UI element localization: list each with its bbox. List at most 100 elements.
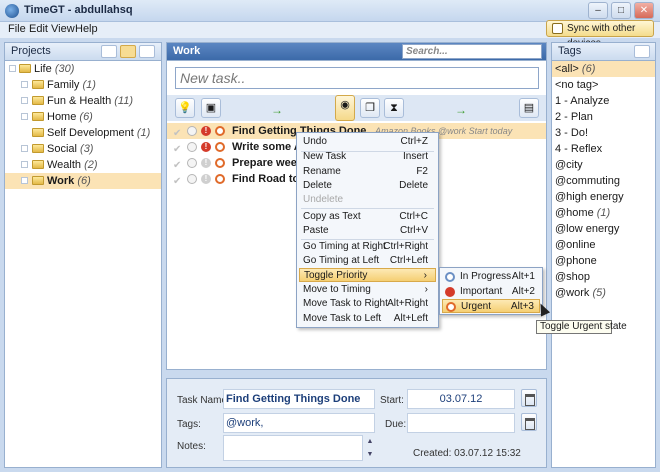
briefcase-icon[interactable]: ▣ [201,98,221,118]
tag-name: @high energy [555,191,624,203]
expand-icon[interactable] [21,97,28,104]
menu-help[interactable]: Help [75,23,98,35]
project-item-work[interactable]: Work (6) [5,173,161,189]
folder-icon [32,80,44,89]
project-count: (3) [80,143,94,155]
play-icon[interactable]: ◉ [335,95,355,121]
task-name-field[interactable]: Find Getting Things Done [223,389,375,409]
add-project-icon[interactable] [101,45,117,58]
urgent-icon[interactable] [215,174,225,184]
tag-name: 2 - Plan [555,111,593,123]
lightbulb-icon[interactable]: 💡 [175,98,195,118]
arrow-right-icon: → [271,103,283,117]
tag-name: @online [555,239,596,251]
important-icon [445,287,455,297]
menu-item-paste[interactable]: Paste Ctrl+V [299,224,436,238]
project-item-home[interactable]: Home (6) [5,109,161,125]
project-item-fun-health[interactable]: Fun & Health (11) [5,93,161,109]
expand-icon[interactable] [9,65,16,72]
created-label: Created: 03.07.12 15:32 [413,448,521,459]
menu-item-delete[interactable]: Delete Delete [299,179,436,193]
urgent-icon[interactable] [215,142,225,152]
menu-item-move-task-right[interactable]: Move Task to Right Alt+Right [299,297,436,311]
due-date-field[interactable] [407,413,515,433]
menu-item-move-task-left[interactable]: Move Task to Left Alt+Left [299,312,436,326]
menu-item-move-to-timing[interactable]: Move to Timing › [299,283,436,297]
tag-item[interactable]: @online [552,237,655,253]
menu-item-toggle-priority[interactable]: Toggle Priority › [299,268,436,282]
tag-item[interactable]: @phone [552,253,655,269]
tag-item[interactable]: 1 - Analyze [552,93,655,109]
minimize-button[interactable]: – [588,2,608,19]
menu-edit[interactable]: Edit [29,23,48,35]
add-subproject-icon[interactable] [120,45,136,58]
expand-icon[interactable] [21,81,28,88]
tag-item[interactable]: @commuting [552,173,655,189]
expand-icon[interactable] [21,161,28,168]
add-tag-icon[interactable] [634,45,650,58]
search-input[interactable]: Search... [402,44,542,59]
menu-item-undo[interactable]: Undo Ctrl+Z [299,135,436,149]
tag-item[interactable]: @high energy [552,189,655,205]
work-title: Work [173,45,201,57]
tags-header: Tags [552,43,655,61]
menu-item-rename[interactable]: Rename F2 [299,165,436,179]
menu-item-new-task[interactable]: New Task Insert [299,150,436,164]
expand-icon[interactable] [21,177,28,184]
urgent-icon[interactable] [215,126,225,136]
inbox-icon[interactable]: ▤ [519,98,539,118]
important-icon[interactable]: ! [201,126,211,136]
expand-icon[interactable] [21,113,28,120]
new-task-input[interactable]: New task.. [175,67,539,89]
project-count: (1) [136,127,151,139]
important-icon[interactable]: ! [201,142,211,152]
menu-item-copy-as-text[interactable]: Copy as Text Ctrl+C [299,210,436,224]
check-icon[interactable]: ✔ [173,174,181,190]
maximize-button[interactable]: □ [611,2,631,19]
project-item-wealth[interactable]: Wealth (2) [5,157,161,173]
project-item-family[interactable]: Family (1) [5,77,161,93]
submenu-item-urgent[interactable]: Urgent Alt+3 [442,299,540,313]
tag-item[interactable]: @shop [552,269,655,285]
hourglass-icon[interactable]: ⧗ [384,98,404,118]
menu-file[interactable]: File [8,23,26,35]
urgent-icon[interactable] [215,158,225,168]
expand-icon[interactable] [21,145,28,152]
progress-icon[interactable] [187,142,197,152]
start-date-field[interactable]: 03.07.12 [407,389,515,409]
tags-field[interactable]: @work, [223,413,375,433]
notes-field[interactable] [223,435,363,461]
tag-item[interactable]: @city [552,157,655,173]
tag-item[interactable]: @low energy [552,221,655,237]
submenu-item-in-progress[interactable]: In Progress Alt+1 [442,270,540,284]
link-icon[interactable] [139,45,155,58]
tag-item[interactable]: 3 - Do! [552,125,655,141]
notes-scroll[interactable]: ▲ ▼ [365,435,375,461]
project-item-life[interactable]: Life (30) [5,61,161,77]
progress-icon[interactable] [187,126,197,136]
progress-icon[interactable] [187,174,197,184]
important-icon[interactable]: ! [201,174,211,184]
menu-item-go-timing-right[interactable]: Go Timing at Right Ctrl+Right [299,240,436,254]
close-button[interactable]: ✕ [634,2,654,19]
tag-item[interactable]: 2 - Plan [552,109,655,125]
submenu-item-important[interactable]: Important Alt+2 [442,285,540,299]
task-details-panel: Task Name: Find Getting Things Done Star… [166,378,547,468]
tag-item[interactable]: @work (5) [552,285,655,301]
project-item-social[interactable]: Social (3) [5,141,161,157]
tag-item[interactable]: 4 - Reflex [552,141,655,157]
copy-icon[interactable]: ❐ [360,98,380,118]
sync-button[interactable]: Sync with other devices [546,20,654,49]
important-icon[interactable]: ! [201,158,211,168]
project-item-self-development[interactable]: Self Development (1) [5,125,161,141]
menu-view[interactable]: View [51,23,75,35]
progress-icon[interactable] [187,158,197,168]
calendar-icon[interactable] [521,389,537,407]
tag-item[interactable]: <all> (6) [552,61,655,77]
tag-item[interactable]: <no tag> [552,77,655,93]
calendar-icon[interactable] [521,413,537,431]
start-label: Start: [380,395,404,406]
project-count: (11) [114,95,134,107]
menu-item-go-timing-left[interactable]: Go Timing at Left Ctrl+Left [299,254,436,268]
tag-item[interactable]: @home (1) [552,205,655,221]
